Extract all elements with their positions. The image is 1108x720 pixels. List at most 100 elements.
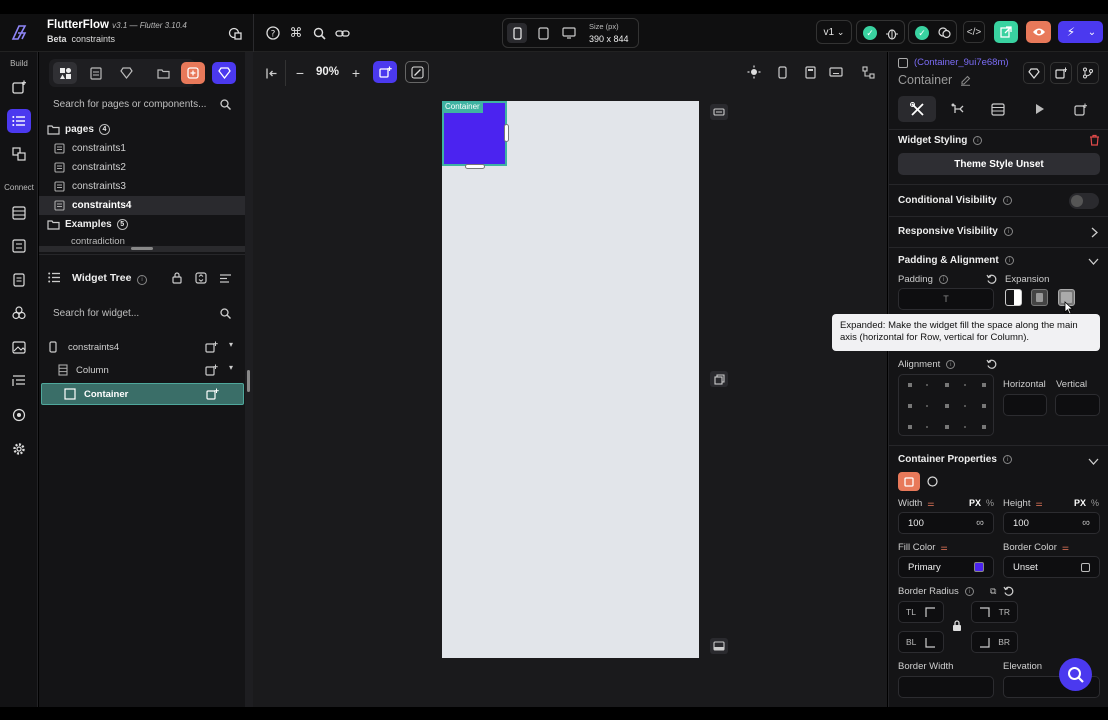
chevron-down-icon[interactable]: ⌄ [1085,24,1099,40]
info-icon[interactable]: i [1002,196,1012,205]
version-select[interactable]: v1 ⌄ [816,20,852,44]
add-widget-canvas-icon[interactable] [373,61,397,83]
run-button[interactable]: ⚡ ⌄ [1058,21,1103,43]
device-preview[interactable] [442,101,699,658]
chevron-down-icon[interactable]: ▾ [229,340,233,349]
page-search-bar[interactable]: Search for pages or components... [39,92,245,116]
info-icon[interactable]: i [1003,227,1013,236]
infinity-icon[interactable]: ∞ [1082,517,1090,529]
radius-br-input[interactable]: BR [971,631,1018,653]
info-icon[interactable]: i [938,275,948,284]
tablet-device-icon[interactable] [533,23,553,43]
scrollbar-handle[interactable] [131,247,153,250]
add-widget-icon[interactable] [7,75,31,99]
add-component-icon[interactable] [212,62,236,84]
resize-handle-right[interactable] [504,124,509,142]
percent-label[interactable]: % [986,498,994,508]
branch-icon[interactable] [1077,62,1099,84]
code-icon[interactable]: </> [963,21,985,43]
variable-icon[interactable]: ⚌ [927,499,934,508]
search-widget-input[interactable]: Search for widget... [53,308,139,319]
select-checkbox[interactable] [898,58,908,68]
desktop-device-icon[interactable] [559,23,579,43]
preview-eye-icon[interactable] [1026,21,1051,43]
app-bar-toggle-icon[interactable] [710,104,728,120]
info-icon[interactable]: i [964,587,974,596]
radius-tl-input[interactable]: TL [898,601,944,623]
chevron-down-icon[interactable] [1087,255,1099,267]
gear-icon[interactable] [7,437,31,461]
widget-palette-icon[interactable] [53,62,77,84]
media-assets-icon[interactable] [7,335,31,359]
variable-icon[interactable]: ⚌ [940,543,947,552]
info-icon[interactable]: i [137,273,147,285]
zoom-out-icon[interactable]: − [291,64,309,82]
integrations-icon[interactable] [7,403,31,427]
px-label[interactable]: PX [969,498,981,508]
height-unit-toggle[interactable]: PX % [1074,498,1099,508]
resize-handle-bottom[interactable] [465,164,485,169]
panel-resizer[interactable] [245,52,253,707]
info-icon[interactable]: i [973,136,983,145]
lock-icon[interactable] [952,620,962,632]
tree-node-page[interactable]: constraints4 ▾ [39,337,245,357]
page-item[interactable]: constraints1 [39,139,245,158]
lock-icon[interactable] [170,271,184,285]
collapse-panel-icon[interactable] [263,64,281,82]
phone-frame-icon[interactable] [774,64,790,80]
filter-icon[interactable] [218,271,232,285]
flutterflow-logo-icon[interactable] [8,22,30,44]
rectangle-shape-icon[interactable] [898,472,920,491]
add-page-icon[interactable] [181,62,205,84]
theme-style-button[interactable]: Theme Style Unset [898,153,1100,175]
chat-icon[interactable] [936,25,952,41]
page-item[interactable]: constraints4 [39,196,245,215]
reset-icon[interactable] [986,274,997,285]
info-icon[interactable]: i [1002,455,1012,464]
page-templates-icon[interactable] [84,62,108,84]
expansion-default-icon[interactable] [1031,289,1048,306]
pages-folder[interactable]: pages 4 [39,120,245,139]
radius-tr-input[interactable]: TR [971,601,1018,623]
info-icon[interactable]: i [946,360,956,369]
add-child-icon[interactable] [206,388,219,400]
check-circle-icon[interactable]: ✓ [863,26,877,40]
circle-shape-icon[interactable] [922,472,942,491]
storyboard-icon[interactable] [7,142,31,166]
components-icon[interactable] [114,62,138,84]
tab-backend-icon[interactable] [989,101,1007,117]
examples-folder[interactable]: Examples 5 [39,215,245,234]
width-input[interactable]: 100 ∞ [898,512,994,534]
component-diamond-icon[interactable] [1023,62,1045,84]
api-calls-icon[interactable] [7,268,31,292]
keyboard-icon[interactable] [828,64,844,80]
magic-wand-icon[interactable] [405,61,429,83]
border-color-picker[interactable]: Unset [1003,556,1100,578]
fill-color-picker[interactable]: Primary [898,556,994,578]
app-state-icon[interactable] [7,234,31,258]
search-icon[interactable] [310,24,328,42]
alignment-grid[interactable] [898,374,994,436]
resize-handle[interactable] [247,370,250,392]
shapes-icon[interactable] [226,24,244,42]
add-child-icon[interactable] [205,341,218,353]
vertical-align-input[interactable] [1055,394,1100,416]
tab-properties[interactable] [898,96,936,122]
height-input[interactable]: 100 ∞ [1003,512,1100,534]
help-search-button[interactable] [1059,658,1092,691]
help-icon[interactable]: ? [264,24,282,42]
calculator-icon[interactable] [802,64,818,80]
phone-device-icon[interactable] [507,23,527,43]
trash-icon[interactable] [1087,133,1101,147]
expansion-flexible-icon[interactable] [1005,289,1022,306]
width-unit-toggle[interactable]: PX % [969,498,994,508]
reset-icon[interactable] [986,359,997,370]
bug-icon[interactable] [884,25,900,41]
info-icon[interactable]: i [1004,256,1014,265]
tree-node-container[interactable]: Container [41,383,244,405]
add-child-icon[interactable] [205,364,218,376]
chevron-down-icon[interactable] [1087,455,1099,467]
border-width-input[interactable] [898,676,994,698]
reset-icon[interactable] [1003,586,1014,597]
page-item[interactable]: constraints3 [39,177,245,196]
